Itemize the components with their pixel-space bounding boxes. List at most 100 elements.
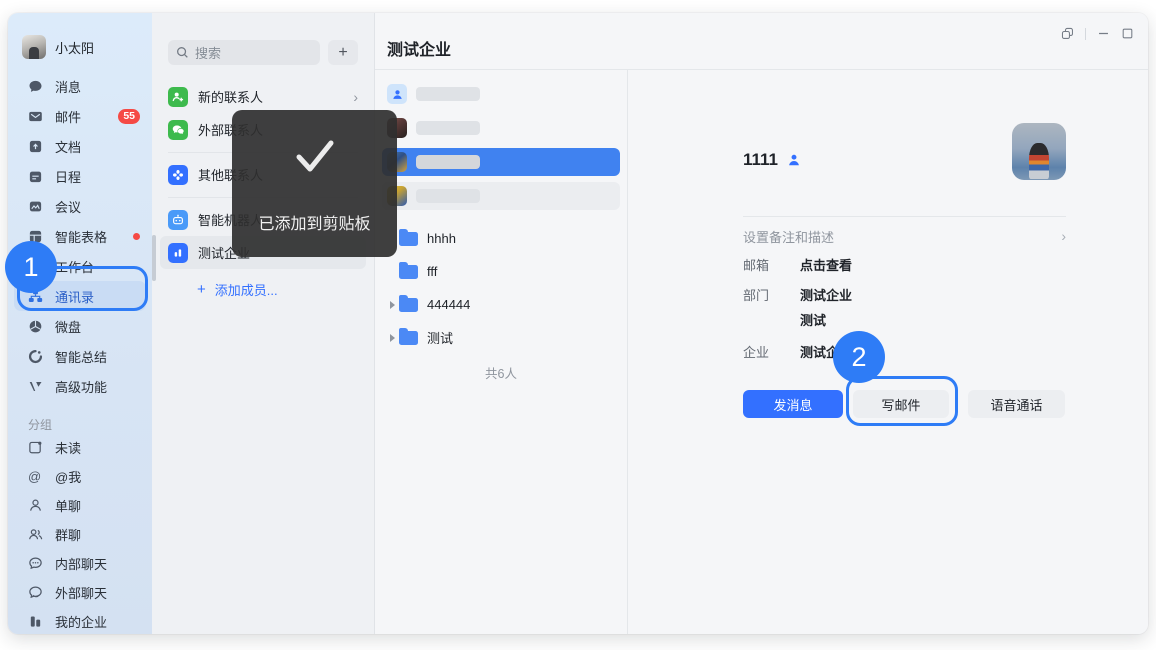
contact-avatar[interactable]	[1012, 123, 1066, 180]
sidebar-item-label: 单聊	[55, 496, 81, 515]
department-value: 测试	[800, 313, 852, 329]
sidebar-item-unread[interactable]: 未读	[8, 433, 152, 462]
calendar-icon	[28, 169, 43, 184]
sidebar-item-label: 邮件	[55, 107, 81, 126]
main-area: 测试企业	[375, 13, 1148, 634]
field-label: 企业	[743, 345, 800, 361]
masked-name	[416, 189, 480, 203]
sidebar-item-docs[interactable]: 文档	[8, 131, 152, 161]
folder-row-fff[interactable]: fff	[375, 255, 627, 288]
mini-window-icon[interactable]	[1061, 27, 1074, 40]
sidebar-item-label: 高级功能	[55, 377, 107, 396]
sidebar-item-single-chat[interactable]: 单聊	[8, 491, 152, 520]
window-controls	[1061, 27, 1134, 40]
unread-count-badge: 55	[118, 109, 140, 124]
folder-icon	[399, 331, 418, 345]
folder-icon	[399, 232, 418, 246]
sidebar-item-advanced[interactable]: 高级功能	[8, 371, 152, 401]
sidebar-item-label: 群聊	[55, 525, 81, 544]
new-contact-icon	[168, 87, 188, 107]
expand-caret-icon[interactable]	[387, 334, 397, 342]
sidebar: 小太阳 消息 邮件 55 文档 日程 会议	[8, 13, 152, 634]
sidebar-item-label: 内部聊天	[55, 554, 107, 573]
checkmark-icon	[291, 135, 339, 177]
sidebar-item-group-chat[interactable]: 群聊	[8, 520, 152, 549]
page-title: 测试企业	[375, 13, 1148, 70]
mail-icon	[28, 109, 43, 124]
minimize-icon[interactable]	[1097, 27, 1110, 40]
folder-row-test[interactable]: 测试	[375, 321, 627, 354]
sidebar-item-smart-summary[interactable]: 智能总结	[8, 341, 152, 371]
user-avatar[interactable]	[22, 35, 46, 59]
sidebar-item-at-me[interactable]: @ @我	[8, 462, 152, 491]
sidebar-item-label: 会议	[55, 197, 81, 216]
chat-out-icon	[28, 585, 43, 600]
sidebar-item-meetings[interactable]: 会议	[8, 191, 152, 221]
scrollbar-thumb[interactable]	[152, 235, 156, 281]
contacts-nav-panel: 搜索 + 新的联系人 › 外部联系人 其他联系人 智能机器人	[152, 13, 375, 634]
at-icon: @	[28, 469, 43, 484]
people-icon	[28, 527, 43, 542]
robot-icon	[168, 210, 188, 230]
search-icon	[176, 46, 189, 59]
user-name: 小太阳	[55, 38, 94, 57]
divider	[743, 216, 1066, 217]
member-row[interactable]	[382, 114, 620, 142]
field-label: 邮箱	[743, 258, 800, 274]
voice-call-button[interactable]: 语音通话	[968, 390, 1065, 418]
member-row-selected[interactable]	[382, 148, 620, 176]
folder-row-hhhh[interactable]: hhhh	[375, 222, 627, 255]
chat-dots-icon	[28, 556, 43, 571]
person-icon	[28, 498, 43, 513]
person-placeholder-avatar	[387, 84, 407, 104]
contacts-item-label: 新的联系人	[198, 87, 263, 106]
plus-icon: +	[197, 282, 206, 297]
search-input[interactable]: 搜索	[168, 40, 320, 65]
sidebar-item-drive[interactable]: 微盘	[8, 311, 152, 341]
sidebar-item-internal-chat[interactable]: 内部聊天	[8, 549, 152, 578]
user-profile[interactable]: 小太阳	[8, 35, 152, 59]
member-row[interactable]	[382, 182, 620, 210]
maximize-icon[interactable]	[1121, 27, 1134, 40]
main-body: hhhh fff 444444 测试	[375, 70, 1148, 634]
sidebar-item-my-enterprise[interactable]: 我的企业	[8, 607, 152, 634]
sidebar-item-label: @我	[55, 467, 81, 486]
member-row[interactable]	[382, 80, 620, 108]
sidebar-item-label: 文档	[55, 137, 81, 156]
folder-row-444444[interactable]: 444444	[375, 288, 627, 321]
sidebar-item-label: 消息	[55, 77, 81, 96]
contact-name: 1111	[743, 150, 778, 170]
sidebar-item-label: 智能表格	[55, 227, 107, 246]
add-contact-button[interactable]: +	[328, 40, 358, 65]
summary-icon	[28, 349, 43, 364]
send-message-button[interactable]: 发消息	[743, 390, 843, 418]
other-contact-icon	[168, 165, 188, 185]
advanced-icon	[28, 379, 43, 394]
folder-name: 测试	[427, 328, 453, 347]
sidebar-item-label: 微盘	[55, 317, 81, 336]
masked-name	[416, 121, 480, 135]
docs-icon	[28, 139, 43, 154]
sidebar-item-external-chat[interactable]: 外部聊天	[8, 578, 152, 607]
email-reveal-link[interactable]: 点击查看	[800, 258, 852, 273]
search-row: 搜索 +	[168, 40, 358, 65]
sidebar-item-calendar[interactable]: 日程	[8, 161, 152, 191]
profile-person-icon[interactable]	[787, 153, 801, 167]
sidebar-item-label: 智能总结	[55, 347, 107, 366]
test-enterprise-icon	[168, 243, 188, 263]
contacts-item-new-contacts[interactable]: 新的联系人 ›	[160, 80, 366, 113]
folder-name: fff	[427, 264, 437, 279]
app-window: 小太阳 消息 邮件 55 文档 日程 会议	[8, 13, 1148, 634]
add-member-button[interactable]: + 添加成员...	[152, 277, 374, 301]
folder-icon	[399, 265, 418, 279]
sidebar-item-messages[interactable]: 消息	[8, 71, 152, 101]
field-email: 邮箱 点击查看	[743, 258, 1066, 274]
expand-caret-icon[interactable]	[387, 301, 397, 309]
sidebar-item-mail[interactable]: 邮件 55	[8, 101, 152, 131]
notification-dot	[133, 233, 140, 240]
chat-icon	[28, 79, 43, 94]
search-placeholder: 搜索	[195, 43, 221, 62]
sidebar-item-label: 我的企业	[55, 612, 107, 631]
set-note-link[interactable]: 设置备注和描述 ›	[743, 228, 1066, 244]
sidebar-item-label: 未读	[55, 438, 81, 457]
